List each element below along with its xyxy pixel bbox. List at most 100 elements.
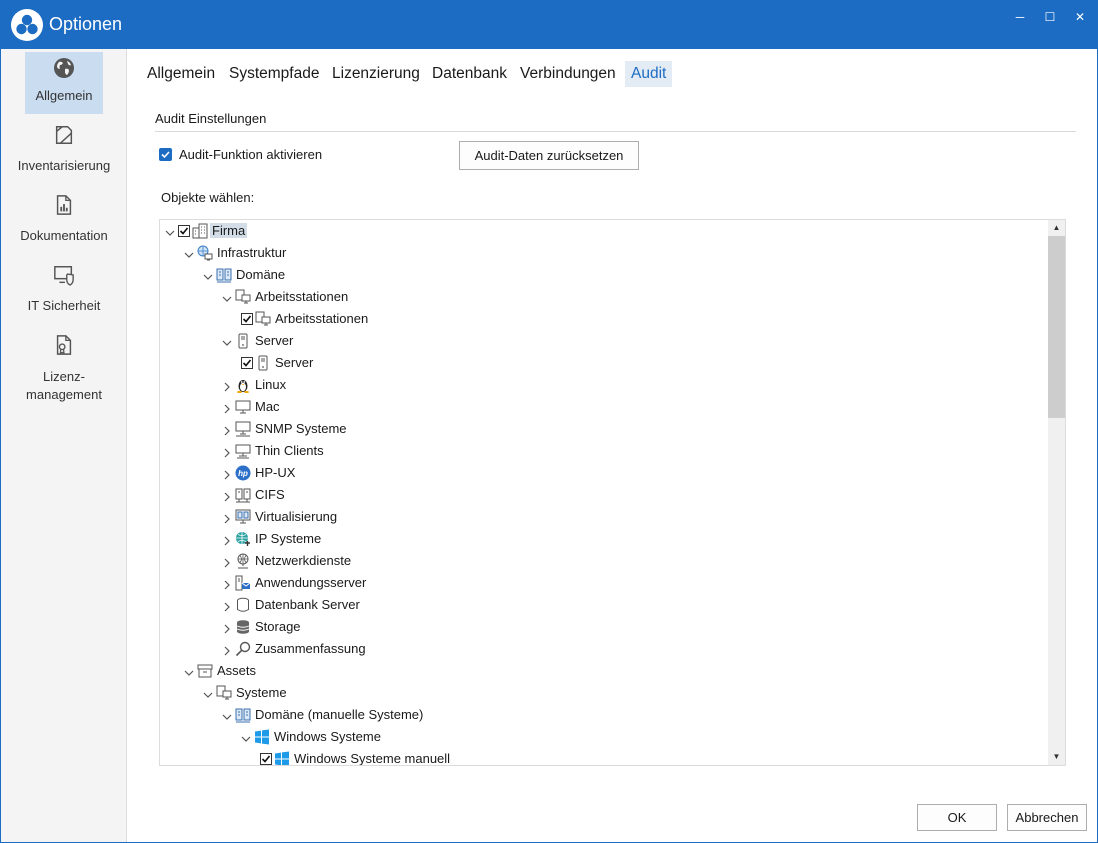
tree-node[interactable]: Virtualisierung — [160, 506, 1046, 528]
tree-node-label[interactable]: Zusammenfassung — [255, 641, 366, 656]
tree-node[interactable]: Windows Systeme — [160, 726, 1046, 748]
tree-node-label[interactable]: Domäne (manuelle Systeme) — [255, 707, 423, 722]
sidebar-item-it-sicherheit[interactable]: IT Sicherheit — [1, 264, 127, 324]
tree-node-label[interactable]: Domäne — [236, 267, 285, 282]
tab-datenbank[interactable]: Datenbank — [426, 61, 513, 87]
reset-audit-data-button[interactable]: Audit-Daten zurücksetzen — [459, 141, 639, 170]
tree-checkbox[interactable] — [178, 225, 190, 237]
tree-node-label[interactable]: Datenbank Server — [255, 597, 360, 612]
chevron-down-icon[interactable] — [203, 688, 213, 698]
sidebar-item-dokumentation[interactable]: Dokumentation — [1, 194, 127, 254]
tree-node-label[interactable]: Thin Clients — [255, 443, 324, 458]
tree-node[interactable]: Windows Systeme manuell — [160, 748, 1046, 765]
tree-node-label[interactable]: Storage — [255, 619, 301, 634]
chevron-down-icon[interactable] — [184, 248, 194, 258]
tab-audit[interactable]: Audit — [625, 61, 673, 87]
chevron-right-icon[interactable] — [222, 578, 232, 590]
scroll-down-arrow-icon[interactable]: ▼ — [1048, 749, 1065, 765]
chevron-down-icon[interactable] — [222, 336, 232, 346]
tree-node-label[interactable]: Mac — [255, 399, 280, 414]
tree-node-label[interactable]: Windows Systeme — [274, 729, 381, 744]
tree-node[interactable]: Arbeitsstationen — [160, 286, 1046, 308]
tree-node[interactable]: Datenbank Server — [160, 594, 1046, 616]
tree-node[interactable]: Mac — [160, 396, 1046, 418]
chevron-down-icon[interactable] — [165, 226, 175, 236]
chevron-down-icon[interactable] — [184, 666, 194, 676]
tree-checkbox[interactable] — [260, 753, 272, 765]
tree-node-label[interactable]: Server — [275, 355, 313, 370]
tab-systempfade[interactable]: Systempfade — [223, 61, 325, 87]
tree-node-label[interactable]: Arbeitsstationen — [255, 289, 348, 304]
tree-checkbox[interactable] — [241, 313, 253, 325]
tree-node[interactable]: Systeme — [160, 682, 1046, 704]
tree-node[interactable]: Firma — [160, 220, 1046, 242]
tree-node-label[interactable]: Systeme — [236, 685, 287, 700]
chevron-right-icon[interactable] — [222, 402, 232, 414]
chevron-right-icon[interactable] — [222, 490, 232, 502]
tree-node[interactable]: Thin Clients — [160, 440, 1046, 462]
chevron-right-icon[interactable] — [222, 644, 232, 656]
chevron-right-icon[interactable] — [222, 468, 232, 480]
tree-node-label[interactable]: HP-UX — [255, 465, 295, 480]
scroll-up-arrow-icon[interactable]: ▲ — [1048, 220, 1065, 236]
tree-node-label[interactable]: Arbeitsstationen — [275, 311, 368, 326]
chevron-right-icon[interactable] — [222, 600, 232, 612]
tree-node[interactable]: Domäne (manuelle Systeme) — [160, 704, 1046, 726]
tree-node-label[interactable]: Assets — [217, 663, 256, 678]
tree-node-label[interactable]: Anwendungsserver — [255, 575, 366, 590]
chevron-down-icon[interactable] — [222, 710, 232, 720]
tree-node-label[interactable]: Virtualisierung — [255, 509, 337, 524]
chevron-right-icon[interactable] — [222, 622, 232, 634]
chevron-right-icon[interactable] — [222, 424, 232, 436]
tree-node[interactable]: hp HP-UX — [160, 462, 1046, 484]
tab-allgemein[interactable]: Allgemein — [141, 61, 221, 87]
tree-node-label[interactable]: Windows Systeme manuell — [294, 751, 450, 765]
chevron-down-icon[interactable] — [222, 292, 232, 302]
tree-node[interactable]: Infrastruktur — [160, 242, 1046, 264]
tree-node-label[interactable]: SNMP Systeme — [255, 421, 347, 436]
tree-node-label[interactable]: Netzwerkdienste — [255, 553, 351, 568]
tree-node[interactable]: Anwendungsserver — [160, 572, 1046, 594]
tree-node[interactable]: Arbeitsstationen — [160, 308, 1046, 330]
tree-node-label[interactable]: Server — [255, 333, 293, 348]
tree-node-label[interactable]: CIFS — [255, 487, 285, 502]
tab-verbindungen[interactable]: Verbindungen — [514, 61, 622, 87]
object-tree[interactable]: Firma Infrastruktur Domäne Arbeitsstationen… — [159, 219, 1066, 766]
title-bar[interactable]: Optionen ─ ☐ ✕ — [1, 1, 1097, 49]
tree-node-label[interactable]: Firma — [210, 223, 248, 238]
tree-node[interactable]: Server — [160, 352, 1046, 374]
chevron-right-icon[interactable] — [222, 446, 232, 458]
minimize-button[interactable]: ─ — [1007, 7, 1033, 27]
tree-node[interactable]: SNMP Systeme — [160, 418, 1046, 440]
maximize-button[interactable]: ☐ — [1037, 7, 1063, 27]
tree-node[interactable]: Netzwerkdienste — [160, 550, 1046, 572]
tree-node[interactable]: Storage — [160, 616, 1046, 638]
tree-checkbox[interactable] — [241, 357, 253, 369]
chevron-right-icon[interactable] — [222, 512, 232, 524]
cancel-button[interactable]: Abbrechen — [1007, 804, 1087, 831]
tree-node[interactable]: IP Systeme — [160, 528, 1046, 550]
ok-button[interactable]: OK — [917, 804, 997, 831]
tree-node[interactable]: CIFS — [160, 484, 1046, 506]
scrollbar-thumb[interactable] — [1048, 236, 1065, 418]
chevron-down-icon[interactable] — [203, 270, 213, 280]
chevron-right-icon[interactable] — [222, 380, 232, 392]
sidebar-item-inventarisierung[interactable]: Inventarisierung — [1, 124, 127, 184]
tree-node-label[interactable]: Linux — [255, 377, 286, 392]
checkbox-checked-icon[interactable] — [159, 148, 172, 161]
chevron-right-icon[interactable] — [222, 534, 232, 546]
tree-scrollbar[interactable]: ▲ ▼ — [1048, 220, 1065, 765]
tree-node-label[interactable]: Infrastruktur — [217, 245, 286, 260]
tree-node[interactable]: Linux — [160, 374, 1046, 396]
sidebar-item-allgemein[interactable]: Allgemein — [1, 52, 127, 114]
tab-lizenzierung[interactable]: Lizenzierung — [326, 61, 426, 87]
tree-node[interactable]: Zusammenfassung — [160, 638, 1046, 660]
tree-node[interactable]: Server — [160, 330, 1046, 352]
tree-node[interactable]: Domäne — [160, 264, 1046, 286]
tree-node[interactable]: Assets — [160, 660, 1046, 682]
tree-node-label[interactable]: IP Systeme — [255, 531, 321, 546]
sidebar-item-lizenzmanagement[interactable]: Lizenz- management — [1, 334, 127, 404]
close-button[interactable]: ✕ — [1067, 7, 1093, 27]
chevron-down-icon[interactable] — [241, 732, 251, 742]
chevron-right-icon[interactable] — [222, 556, 232, 568]
